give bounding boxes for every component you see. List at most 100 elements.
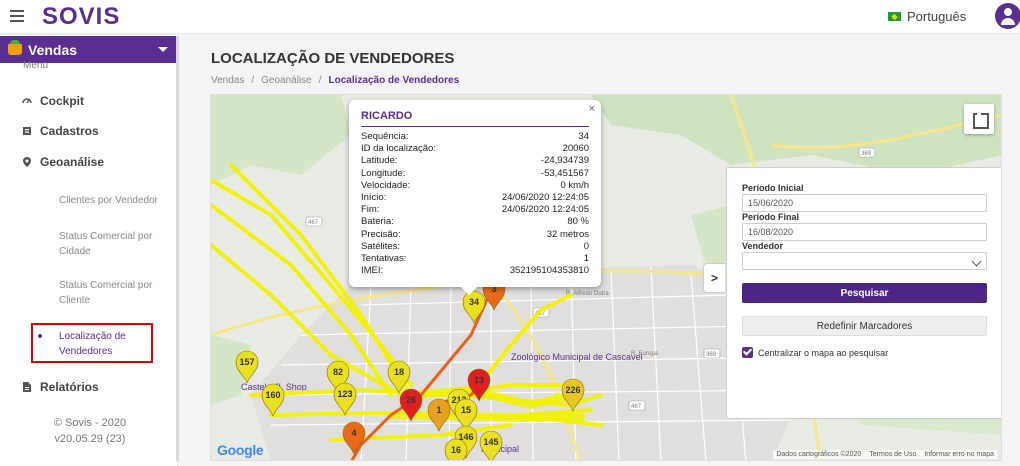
marker-label: 15: [461, 405, 471, 415]
sidebar-subitem-localizacao-vendedores[interactable]: Localização de Vendedores: [31, 323, 153, 363]
popup-row-label: Sequência:: [361, 131, 409, 142]
sidebar-item-cockpit[interactable]: Cockpit: [22, 94, 84, 108]
seller-select[interactable]: [742, 252, 987, 270]
module-selector[interactable]: Vendas: [0, 36, 177, 63]
copyright-text: © Sovis - 2020: [53, 417, 127, 429]
sidebar-subitem-clientes-por-vendedor[interactable]: Clientes por Vendedor: [59, 193, 169, 208]
marker-label: 18: [394, 367, 404, 377]
map[interactable]: 467 467 369 369 467 Zoológico Municipal …: [210, 94, 1002, 461]
chevron-down-icon: [158, 47, 168, 52]
sidebar-footer: © Sovis - 2020 v20.05.29 (23): [40, 415, 140, 447]
popup-row: ID da localização: 20060: [361, 143, 589, 155]
menu-label: Menu: [23, 60, 49, 71]
marker-label: 157: [239, 357, 254, 367]
marker-label: 4: [351, 428, 356, 438]
map-marker-pin-icon[interactable]: 16: [444, 438, 468, 461]
popup-row: Sequência: 34: [361, 131, 589, 143]
popup-row-value: 34: [578, 131, 589, 142]
breadcrumb-current: Localização de Vendedores: [328, 75, 460, 86]
popup-row-value: 80 %: [567, 216, 589, 228]
marker-label: 1: [436, 405, 441, 415]
popup-tail: [461, 287, 477, 295]
end-period-label: Período Final: [742, 212, 800, 222]
popup-row: Latitude: -24,934739: [361, 155, 589, 167]
sidebar-subitem-status-comercial-cliente[interactable]: Status Comercial por Cliente: [59, 278, 169, 308]
popup-row-label: Precisão:: [361, 228, 401, 240]
seller-label: Vendedor: [742, 241, 784, 251]
page-title: LOCALIZAÇÃO DE VENDEDORES: [211, 50, 455, 67]
popup-row: Precisão: 32 metros: [361, 229, 589, 241]
sidebar-item-cadastros[interactable]: Cadastros: [22, 124, 99, 138]
fullscreen-icon[interactable]: [964, 104, 994, 134]
sovis-logo[interactable]: SOVIS: [42, 3, 120, 31]
popup-row-value: 0: [583, 240, 589, 252]
sidebar-item-label: Cockpit: [40, 94, 85, 108]
breadcrumb-geoanalise[interactable]: Geoanálise: [261, 75, 312, 86]
location-info-popup: × RICARDO Sequência: 34 ID da localização:…: [349, 100, 601, 295]
popup-row: IMEI: 352195104353810: [361, 265, 589, 277]
road-label: 369: [861, 151, 872, 157]
gauge-icon: [22, 98, 32, 104]
sidebar-scrollbar[interactable]: [176, 36, 179, 461]
place-label: Zoológico Municipal de Cascavel: [511, 352, 643, 362]
start-period-input[interactable]: 15/06/2020: [742, 194, 987, 212]
sidebar-item-label: Geoanálise: [40, 155, 105, 169]
search-button[interactable]: Pesquisar: [742, 283, 987, 303]
user-avatar-icon[interactable]: [995, 3, 1020, 29]
sidebar-subitem-label: Localização de Vendedores: [59, 331, 126, 357]
popup-row: Longitude: -53,451567: [361, 168, 589, 180]
marker-label: 145: [483, 437, 498, 447]
hamburger-menu-icon[interactable]: [10, 10, 24, 22]
popup-row: Bateria: 80 %: [361, 216, 589, 228]
start-period-label: Período Inicial: [742, 183, 804, 193]
popup-row-value: 0 km/h: [560, 179, 589, 191]
road-label: 467: [631, 404, 642, 410]
panel-toggle-chevron-right-icon[interactable]: >: [703, 263, 725, 293]
sidebar-item-geoanalise[interactable]: Geoanálise: [22, 155, 104, 169]
place-label: R. Europa: [631, 351, 659, 357]
popup-row-label: Tentativas:: [361, 253, 407, 265]
language-selector[interactable]: Português: [888, 9, 966, 24]
popup-row-label: Fim:: [361, 204, 380, 216]
popup-row-label: Latitude:: [361, 155, 398, 167]
sidebar-subitem-status-comercial-cidade[interactable]: Status Comercial por Cidade: [59, 229, 169, 259]
sidebar-item-relatorios[interactable]: Relatórios: [22, 380, 99, 394]
marker-label: 160: [265, 390, 280, 400]
popup-row: Velocidade: 0 km/h: [361, 180, 589, 192]
google-logo: Google: [217, 442, 264, 458]
sidebar-item-label: Relatórios: [40, 380, 99, 394]
reset-markers-button[interactable]: Redefinir Marcadores: [742, 316, 987, 336]
road-label: 467: [308, 220, 319, 226]
popup-row-value: -53,451567: [540, 167, 589, 179]
chevron-down-icon: [971, 256, 982, 267]
end-period-input[interactable]: 16/08/2020: [742, 223, 987, 241]
marker-label: 16: [451, 445, 461, 455]
report-error-link[interactable]: Informar erro no mapa: [924, 451, 994, 458]
marker-label: 123: [337, 389, 352, 399]
center-map-label: Centralizar o mapa ao pesquisar: [758, 348, 889, 358]
terms-link[interactable]: Termos de Uso: [869, 451, 916, 458]
breadcrumb-vendas[interactable]: Vendas: [211, 75, 244, 86]
marker-label: 226: [565, 385, 580, 395]
clipboard-icon: [23, 127, 31, 135]
popup-row-label: Bateria:: [361, 216, 394, 228]
popup-row-label: IMEI:: [361, 265, 384, 277]
version-text: v20.05.29 (23): [54, 433, 126, 445]
popup-row: Tentativas: 1: [361, 253, 589, 265]
popup-row: Início: 24/06/2020 12:24:05: [361, 192, 589, 204]
popup-row-label: Velocidade:: [361, 179, 411, 191]
close-icon[interactable]: ×: [589, 103, 595, 115]
search-panel: Período Inicial 15/06/2020 Período Final…: [726, 167, 1001, 419]
map-attribution: Dados cartográficos ©2020 Termos de Uso …: [773, 450, 997, 459]
map-pin-icon: [23, 157, 31, 167]
sidebar-item-label: Cadastros: [40, 124, 99, 138]
active-bullet-icon: [38, 334, 42, 338]
breadcrumb: Vendas / Geoanálise / Localização de Ven…: [211, 75, 459, 86]
popup-row-value: 20060: [562, 143, 589, 155]
module-label: Vendas: [28, 41, 78, 58]
brazil-flag-icon: [888, 12, 901, 21]
center-map-checkbox[interactable]: [742, 347, 753, 358]
popup-row-label: Longitude:: [361, 167, 406, 179]
popup-row-value: 24/06/2020 12:24:05: [501, 192, 589, 204]
basket-icon: [8, 40, 22, 55]
